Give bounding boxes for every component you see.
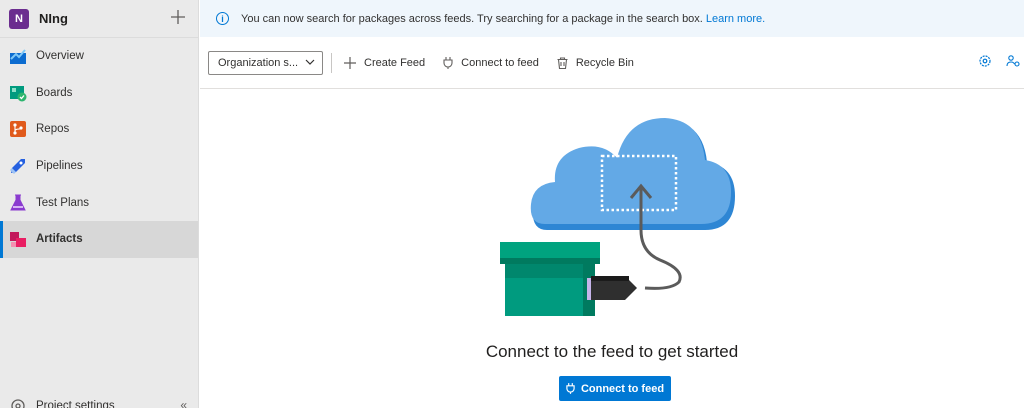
sidebar-item-label: Overview <box>36 50 84 63</box>
sidebar-item-test-plans[interactable]: Test Plans <box>0 184 198 221</box>
artifacts-icon <box>10 232 26 248</box>
toolbar-divider <box>331 52 332 73</box>
sidebar: N NIng Overview Boards Repos Pipelines T… <box>0 0 199 408</box>
project-avatar: N <box>9 8 29 29</box>
boards-icon <box>10 85 27 102</box>
chevron-down-icon <box>305 59 315 65</box>
connect-feed-label: Connect to feed <box>461 56 539 69</box>
sidebar-item-repos[interactable]: Repos <box>0 111 198 148</box>
permissions-icon[interactable] <box>1006 54 1020 68</box>
connect-feed-button[interactable]: Connect to feed <box>443 56 539 69</box>
sidebar-item-artifacts[interactable]: Artifacts <box>0 220 198 258</box>
empty-state-title: Connect to the feed to get started <box>485 342 739 361</box>
sidebar-item-boards[interactable]: Boards <box>0 75 198 112</box>
project-header[interactable]: N NIng <box>0 0 198 38</box>
sidebar-item-project-settings[interactable]: Project settings « <box>0 394 199 408</box>
settings-icon[interactable] <box>978 54 992 68</box>
sidebar-item-pipelines[interactable]: Pipelines <box>0 148 198 185</box>
project-name[interactable]: NIng <box>39 11 68 26</box>
pipelines-icon <box>10 159 25 175</box>
info-icon: i <box>216 12 229 25</box>
sidebar-item-label: Project settings <box>36 400 115 408</box>
create-feed-button[interactable]: Create Feed <box>344 56 426 69</box>
connect-feed-primary-button[interactable]: Connect to feed <box>559 376 671 401</box>
plug-icon <box>443 56 453 69</box>
toolbar-actions <box>978 54 1020 68</box>
plus-icon <box>344 56 356 69</box>
plug-connector <box>587 276 637 300</box>
sidebar-item-overview[interactable]: Overview <box>0 38 198 75</box>
sidebar-item-label: Test Plans <box>36 196 90 209</box>
learn-more-link[interactable]: Learn more. <box>706 13 765 25</box>
sidebar-item-label: Artifacts <box>36 233 83 246</box>
cloud-shape <box>530 118 735 230</box>
feed-selector[interactable]: Organization s... <box>208 50 323 75</box>
recycle-bin-label: Recycle Bin <box>575 56 634 69</box>
banner-text: You can now search for packages across f… <box>241 12 703 25</box>
overview-icon <box>10 49 26 65</box>
create-feed-label: Create Feed <box>364 56 426 69</box>
add-icon[interactable] <box>170 9 186 25</box>
sidebar-item-label: Pipelines <box>36 160 83 173</box>
recycle-bin-button[interactable]: Recycle Bin <box>557 57 634 69</box>
toolbar: Organization s... Create Feed Connect to… <box>200 37 1024 89</box>
feed-selector-value: Organization s... <box>218 56 299 69</box>
connect-feed-primary-label: Connect to feed <box>580 382 665 395</box>
trash-icon <box>557 56 568 69</box>
sidebar-item-label: Boards <box>36 86 73 99</box>
test-plans-icon <box>10 194 26 211</box>
repos-icon <box>10 121 26 138</box>
collapse-icon[interactable]: « <box>180 398 187 408</box>
sidebar-item-label: Repos <box>36 123 70 136</box>
info-banner: i You can now search for packages across… <box>200 0 1024 37</box>
package-box <box>500 242 600 316</box>
gear-icon <box>11 399 25 408</box>
feed-illustration <box>500 118 735 316</box>
plug-icon <box>566 383 575 394</box>
